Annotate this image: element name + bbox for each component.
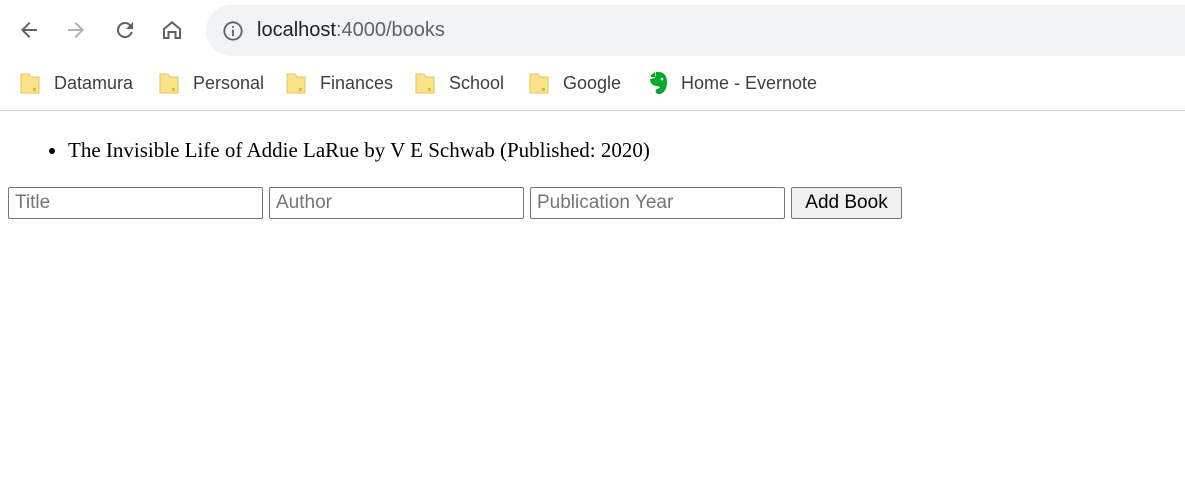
bookmark-label: Finances: [320, 72, 394, 93]
folder-icon: [286, 73, 306, 94]
bookmark-finances[interactable]: Finances: [286, 70, 393, 96]
url-text[interactable]: localhost:4000/books: [257, 19, 445, 42]
folder-icon: [415, 73, 435, 94]
forward-button[interactable]: [59, 13, 93, 47]
url-path: :4000/books: [335, 19, 445, 41]
reload-icon: [116, 21, 133, 38]
publication-year-input[interactable]: [530, 187, 785, 219]
bookmark-personal[interactable]: Personal: [159, 70, 264, 96]
bookmark-school[interactable]: School: [415, 70, 504, 96]
bookmark-label: Google: [563, 72, 622, 93]
arrow-left-icon: [21, 22, 37, 38]
info-icon[interactable]: [222, 20, 244, 42]
folder-icon: [529, 73, 549, 94]
back-button[interactable]: [12, 13, 46, 47]
bookmark-label: Datamura: [54, 72, 134, 93]
bookmark-datamura[interactable]: Datamura: [20, 70, 133, 96]
address-bar[interactable]: localhost:4000/books: [206, 5, 1185, 56]
browser-toolbar: localhost:4000/books: [0, 0, 1185, 62]
add-book-button[interactable]: Add Book: [791, 187, 902, 219]
list-item: The Invisible Life of Addie LaRue by V E…: [68, 135, 650, 165]
author-input[interactable]: [269, 187, 524, 219]
bookmark-google[interactable]: Google: [529, 70, 621, 96]
url-host: localhost: [257, 19, 336, 41]
reload-button[interactable]: [108, 13, 142, 47]
home-button[interactable]: [155, 13, 189, 47]
evernote-icon: [650, 71, 667, 94]
book-list: The Invisible Life of Addie LaRue by V E…: [0, 135, 650, 165]
arrow-right-icon: [68, 22, 84, 38]
bookmark-label: Personal: [193, 72, 265, 93]
browser-chrome: localhost:4000/books Datamura Personal F…: [0, 0, 1185, 111]
folder-icon: [20, 73, 40, 94]
home-icon: [163, 21, 181, 39]
folder-icon: [159, 73, 179, 94]
bookmark-label: School: [449, 72, 505, 93]
bookmarks-bar: Datamura Personal Finances School Google…: [0, 62, 1185, 104]
bookmark-label: Home - Evernote: [681, 72, 818, 93]
bookmark-home-evernote[interactable]: Home - Evernote: [647, 70, 817, 96]
page-content: The Invisible Life of Addie LaRue by V E…: [0, 111, 1185, 496]
title-input[interactable]: [8, 187, 263, 219]
